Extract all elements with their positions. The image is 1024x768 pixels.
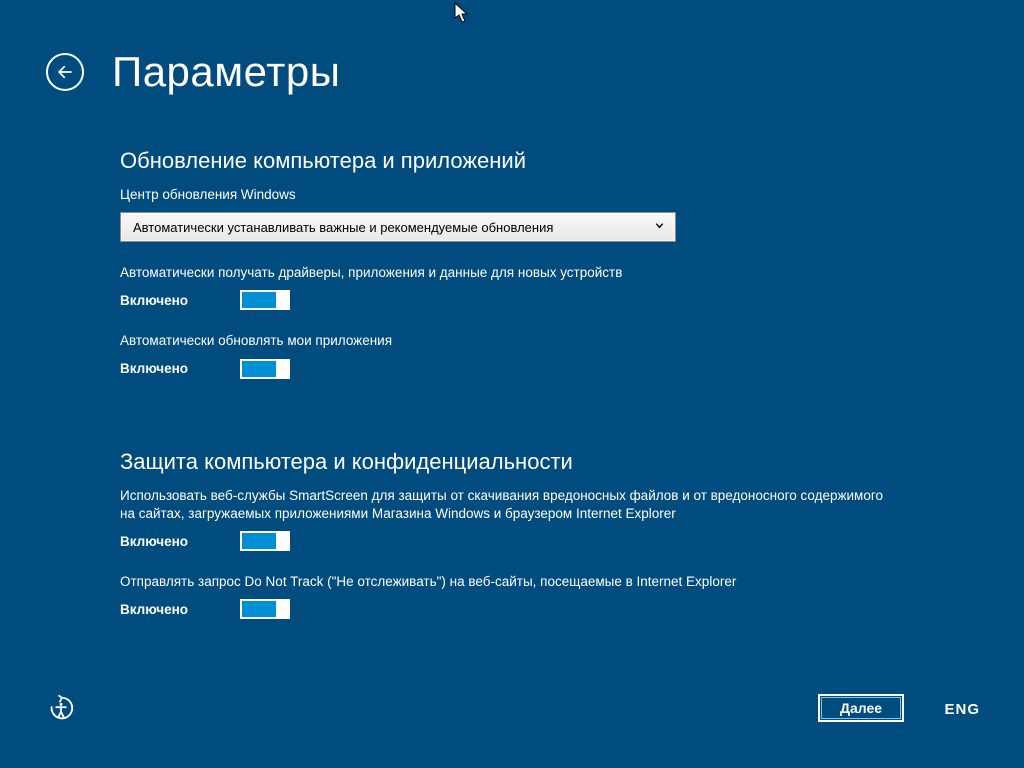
dnt-toggle[interactable] [240,599,290,619]
arrow-left-icon [56,63,74,81]
cursor-icon [454,2,470,29]
language-indicator[interactable]: ENG [944,701,980,718]
windows-update-dropdown[interactable]: Автоматически устанавливать важные и рек… [120,212,676,242]
dnt-state: Включено [120,602,240,617]
smartscreen-label: Использовать веб-службы SmartScreen для … [120,487,900,523]
section-privacy-heading: Защита компьютера и конфиденциальности [120,449,964,475]
auto-apps-label: Автоматически обновлять мои приложения [120,332,964,350]
auto-drivers-toggle[interactable] [240,290,290,310]
section-updates-heading: Обновление компьютера и приложений [120,148,964,174]
next-button[interactable]: Далее [818,694,904,722]
smartscreen-toggle[interactable] [240,531,290,551]
windows-update-label: Центр обновления Windows [120,186,964,204]
auto-drivers-state: Включено [120,293,240,308]
dnt-label: Отправлять запрос Do Not Track ("Не отсл… [120,573,964,591]
chevron-down-icon [654,220,665,234]
windows-update-selected: Автоматически устанавливать важные и рек… [133,220,553,235]
back-button[interactable] [46,53,84,91]
page-title: Параметры [112,48,340,96]
auto-drivers-label: Автоматически получать драйверы, приложе… [120,264,964,282]
smartscreen-state: Включено [120,534,240,549]
ease-of-access-button[interactable] [46,694,76,724]
ease-of-access-icon [46,694,76,724]
auto-apps-toggle[interactable] [240,359,290,379]
next-button-label: Далее [840,700,882,716]
auto-apps-state: Включено [120,361,240,376]
